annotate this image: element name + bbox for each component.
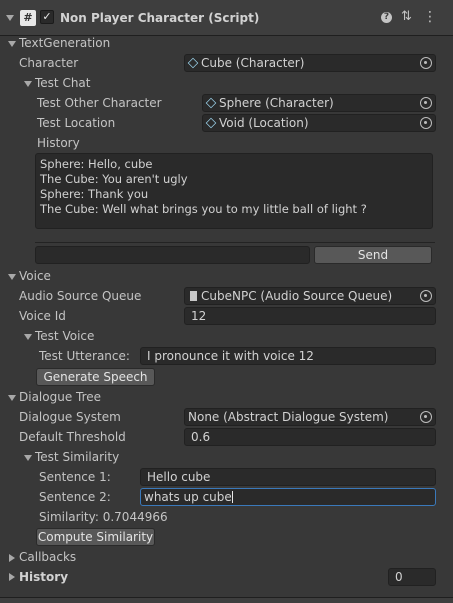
location-asset-icon xyxy=(205,117,217,129)
textgeneration-foldout-icon[interactable] xyxy=(8,41,16,47)
divider xyxy=(35,242,435,243)
test-voice-label[interactable]: Test Voice xyxy=(35,328,94,344)
generate-speech-button[interactable]: Generate Speech xyxy=(36,368,155,386)
component-header: # ✓ Non Player Character (Script) ? ⇅ ⋮ xyxy=(0,0,453,36)
history-foldout-icon[interactable] xyxy=(9,573,15,581)
dialogue-system-label: Dialogue System xyxy=(19,410,121,424)
default-threshold-field[interactable]: 0.6 xyxy=(184,428,436,446)
script-asset-icon xyxy=(190,291,197,301)
history-section-label[interactable]: History xyxy=(19,569,68,585)
sentence2-input[interactable]: whats up cube xyxy=(140,488,436,506)
history-textarea[interactable]: Sphere: Hello, cube The Cube: You aren't… xyxy=(35,153,433,229)
dialogue-tree-foldout-icon[interactable] xyxy=(8,395,16,401)
default-threshold-label: Default Threshold xyxy=(19,430,126,444)
history-count-field[interactable]: 0 xyxy=(388,568,436,586)
other-character-field[interactable]: Sphere (Character) xyxy=(202,94,436,112)
next-component-header xyxy=(0,597,453,603)
voice-foldout-icon[interactable] xyxy=(8,274,16,280)
history-label: History xyxy=(37,136,80,150)
audio-source-queue-label: Audio Source Queue xyxy=(19,289,142,303)
compute-similarity-button[interactable]: Compute Similarity xyxy=(36,528,155,546)
script-icon: # xyxy=(20,10,36,26)
chat-input[interactable] xyxy=(35,246,310,264)
object-picker-icon[interactable] xyxy=(420,57,432,69)
dialogue-system-value: None (Abstract Dialogue System) xyxy=(188,410,389,424)
character-field[interactable]: Cube (Character) xyxy=(184,54,436,72)
dialogue-system-field[interactable]: None (Abstract Dialogue System) xyxy=(184,408,436,426)
collapse-arrow-icon[interactable] xyxy=(6,15,14,21)
character-label: Character xyxy=(19,56,79,70)
location-value: Void (Location) xyxy=(219,116,309,130)
test-chat-label[interactable]: Test Chat xyxy=(35,75,91,91)
audio-source-queue-value: CubeNPC (Audio Source Queue) xyxy=(201,289,393,303)
test-similarity-foldout-icon[interactable] xyxy=(24,455,32,461)
history-line: Sphere: Hello, cube xyxy=(40,157,153,171)
history-line: The Cube: Well what brings you to my lit… xyxy=(40,202,367,216)
utterance-input[interactable]: I pronounce it with voice 12 xyxy=(140,347,436,365)
text-cursor xyxy=(231,491,233,503)
character-asset-icon xyxy=(205,97,217,109)
object-picker-icon[interactable] xyxy=(420,411,432,423)
presets-icon[interactable]: ⇅ xyxy=(401,10,413,23)
voice-label[interactable]: Voice xyxy=(19,268,51,284)
sentence1-input[interactable]: Hello cube xyxy=(140,468,436,486)
enabled-checkbox[interactable]: ✓ xyxy=(40,10,54,24)
history-line: The Cube: You aren't ugly xyxy=(40,172,188,186)
send-button[interactable]: Send xyxy=(314,246,432,264)
character-asset-icon xyxy=(187,57,199,69)
dialogue-tree-label[interactable]: Dialogue Tree xyxy=(19,389,101,405)
location-field[interactable]: Void (Location) xyxy=(202,114,436,132)
object-picker-icon[interactable] xyxy=(420,117,432,129)
similarity-result: Similarity: 0.7044966 xyxy=(39,510,168,524)
sentence1-label: Sentence 1: xyxy=(39,470,111,484)
object-picker-icon[interactable] xyxy=(420,290,432,302)
utterance-label: Test Utterance: xyxy=(39,349,130,363)
history-line: Sphere: Thank you xyxy=(40,187,149,201)
more-menu-icon[interactable]: ⋮ xyxy=(423,10,437,24)
callbacks-foldout-icon[interactable] xyxy=(9,554,15,562)
test-voice-foldout-icon[interactable] xyxy=(24,334,32,340)
textgeneration-label[interactable]: TextGeneration xyxy=(19,35,110,51)
test-similarity-label[interactable]: Test Similarity xyxy=(35,449,119,465)
callbacks-label[interactable]: Callbacks xyxy=(19,549,76,565)
other-character-label: Test Other Character xyxy=(37,96,162,110)
location-label: Test Location xyxy=(37,116,116,130)
object-picker-icon[interactable] xyxy=(420,97,432,109)
other-character-value: Sphere (Character) xyxy=(219,96,334,110)
character-value: Cube (Character) xyxy=(201,56,305,70)
audio-source-queue-field[interactable]: CubeNPC (Audio Source Queue) xyxy=(184,287,436,305)
component-title: Non Player Character (Script) xyxy=(60,11,260,25)
test-chat-foldout-icon[interactable] xyxy=(24,81,32,87)
voice-id-field[interactable]: 12 xyxy=(184,307,436,325)
voice-id-label: Voice Id xyxy=(19,309,66,323)
sentence2-label: Sentence 2: xyxy=(39,490,111,504)
sentence2-value: whats up cube xyxy=(144,490,232,504)
help-icon[interactable]: ? xyxy=(381,12,392,23)
